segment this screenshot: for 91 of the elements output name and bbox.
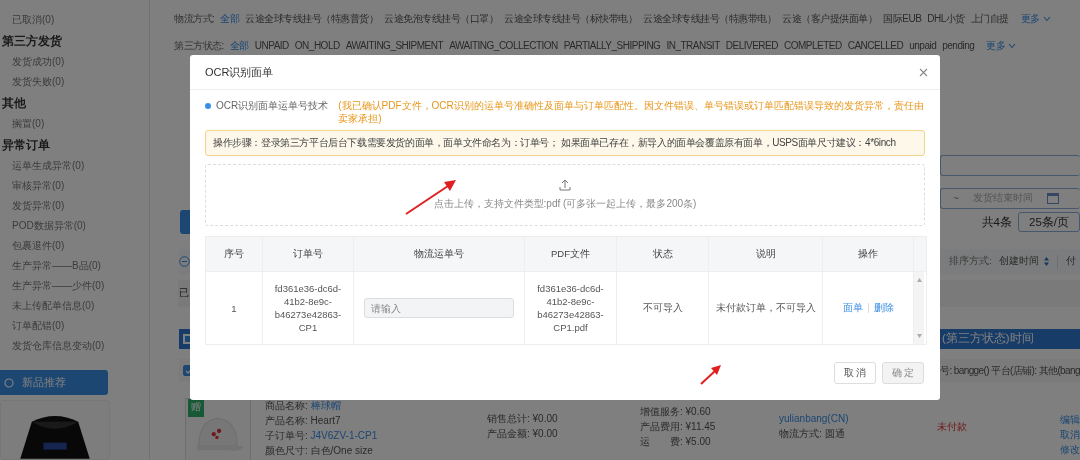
action-link[interactable]: 取消 [1060,427,1080,443]
minus-circle-icon [179,256,190,268]
total-count: 共4条 [981,214,1012,230]
calendar-icon [1046,192,1059,204]
sidebar-heading: 异常订单 [1,138,51,153]
filter-option[interactable]: 云途全球专线挂号（特惠普货） [245,12,379,27]
column-header: 物流运单号 [354,237,525,271]
filter-option[interactable]: AWAITING_SHIPMENT [345,40,444,52]
filter-option[interactable]: pending [942,40,975,52]
upload-hint: 点击上传，支持文件类型:pdf (可多张一起上传，最多200条) [433,197,697,211]
shipping-method: 物流方式: 圆通 [779,427,845,442]
filter-option[interactable]: 全部 [229,38,249,53]
sidebar-heading: 第三方发货 [1,33,63,49]
new-products-button[interactable]: 新品推荐 [0,370,108,396]
dialog-button[interactable]: 取 消 [834,362,876,384]
column-header: PDF文件 [525,237,617,271]
sidebar-item[interactable]: 包裹退件(0) [0,236,149,256]
annotation-arrow [699,364,723,386]
filter-option[interactable]: DELIVERED [725,40,778,52]
order-info: 号: bangge() 平台(店铺): 其他(bang [940,363,1080,378]
detail-label: 产品名称: [265,415,308,427]
more-link[interactable]: 更多 [986,38,1017,53]
filter-option[interactable]: PARTIALLY_SHIPPING [563,40,661,52]
action-link[interactable]: 修改 [1060,442,1080,458]
filter-label: 物流方式: [174,12,215,27]
customer-link[interactable]: yulianbang(CN) [779,411,849,427]
fee-amount: 运 费: ¥5.00 [640,434,712,449]
table-cell: fd361e36-dc6d-41b2-8e9c-b46273e42863-CP1.pdf [525,272,617,344]
scrollbar[interactable] [914,272,924,344]
sort-icon [1044,257,1049,267]
table-cell: 不可导入 [617,272,709,344]
detail-value: Heart7 [310,415,341,427]
filter-option[interactable]: CANCELLED [847,40,904,52]
text-field[interactable] [940,154,1080,176]
chevron-down-icon [1008,42,1017,49]
chevron-down-icon [1042,16,1051,23]
filter-option[interactable]: 全部 [220,12,240,27]
sidebar-heading: 其他 [1,96,27,111]
fee-amount: 产品费用: ¥11.45 [640,419,717,434]
filter-option[interactable]: UNPAID [254,40,289,52]
filter-option[interactable]: COMPLETED [783,40,842,52]
table-cell: 未付款订单，不可导入 [709,272,823,344]
filter-option[interactable]: unpaid [909,40,937,52]
more-link[interactable]: 更多 [1020,12,1051,27]
fee-amount: 增值服务: ¥0.60 [640,404,712,419]
dialog-title: OCR识别面单 [205,64,274,80]
filter-option[interactable]: 国际EUB [883,12,922,27]
list-tab[interactable]: 已 [178,286,189,301]
filter-label: 第三方状态: [174,38,224,53]
gift-badge: 赠 [188,399,204,418]
filter-option[interactable]: ON_HOLD [294,40,340,52]
column-header: 说明 [709,237,823,271]
payment-status: 未付款 [937,419,967,434]
filter-option[interactable]: 云途（客户提供面单） [782,12,878,27]
action-link[interactable]: 面单 [842,301,863,315]
disclaimer-text: (我已确认PDF文件，OCR识别的运单号准确性及面单与订单匹配性。因文件错误、单号错误或订单匹配错误导致的发货异常，责任由卖家承担) [338,99,925,125]
sales-amount: 产品金额: ¥0.00 [487,427,559,442]
detail-link[interactable]: J4V6ZV-1-CP1 [310,430,378,442]
detail-value: 白色/One size [310,445,373,457]
detail-link[interactable]: 棒球帽 [310,400,341,412]
close-icon[interactable] [919,67,928,77]
upload-area[interactable]: 点击上传，支持文件类型:pdf (可多张一起上传，最多200条) [205,164,925,226]
table-cell: fd361e36-dc6d-41b2-8e9c-b46273e42863-CP1 [263,272,354,344]
sales-amount: 销售总计: ¥0.00 [487,412,559,427]
sidebar-item[interactable]: 发货失败(0) [0,72,149,92]
action-link[interactable]: 编辑 [1060,412,1080,428]
page-size-select[interactable]: 25条/页 [1018,212,1080,233]
detail-label: 子订单号: [265,430,308,442]
filter-option[interactable]: IN_TRANSIT [666,40,720,52]
column-header: (第三方状态)时间 [942,331,1035,347]
column-header: 状态 [617,237,709,271]
table-cell: 1 [206,272,263,344]
sort-option[interactable]: 创建时间 [999,255,1039,269]
action-link[interactable]: 删除 [873,301,894,315]
steps-notice: 操作步骤：登录第三方平台后台下载需要发货的面单，面单文件命名为：订单号； 如果面单已存在，新导入的面单会覆盖原有面单，USPS面单尺寸建议：4*6inch [205,130,925,156]
detail-label: 颜色尺寸: [265,445,308,457]
filter-option[interactable]: 云途全球专线挂号（特惠带电） [643,12,777,27]
column-header: 序号 [206,237,263,271]
upload-icon [559,179,571,191]
filter-option[interactable]: DHL小货 [927,12,965,27]
sort-option[interactable]: 付 [1066,255,1076,269]
feature-label: OCR识别面单运单号技术 [216,99,329,112]
column-header: 订单号 [263,237,354,271]
filter-option[interactable]: 云途免泡专线挂号（口罩） [384,12,499,27]
scroll-down-icon[interactable] [916,334,922,338]
detail-label: 商品名称: [265,400,308,412]
filter-option[interactable]: 云途全球专线挂号（标快带电） [504,12,638,27]
filter-option[interactable]: AWAITING_COLLECTION [449,40,558,52]
scroll-up-icon[interactable] [916,278,922,282]
bullet-icon [205,103,211,109]
range-separator: ~ [953,192,959,204]
